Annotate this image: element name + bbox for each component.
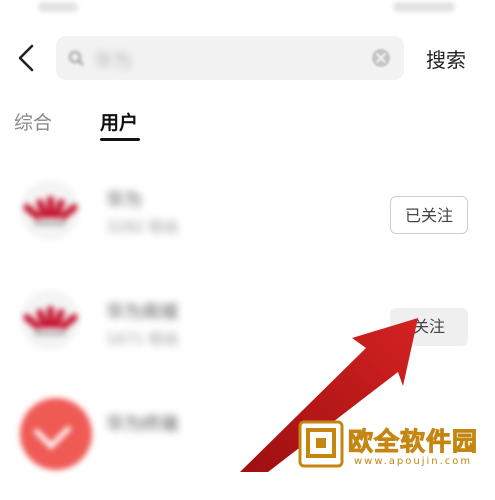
watermark-url: www.apoujin.com [354,456,473,467]
user-name: 华为商城 [106,302,178,323]
tab-users[interactable]: 用户 [100,108,138,135]
chevron-left-icon [18,44,34,72]
user-subtitle: 1671 粉丝 [106,330,179,348]
huawei-logo-icon [21,196,80,221]
clear-icon[interactable] [372,49,390,67]
site-logo-icon [298,420,344,468]
list-item[interactable]: 华为 3282 粉丝 已关注 [0,160,495,270]
tab-active-indicator [100,138,140,141]
status-icons [393,2,455,12]
tab-all[interactable]: 综合 [14,108,52,135]
status-bar [0,0,495,22]
watermark-text: 欧全软件园 [347,427,479,457]
user-name: 华为 [106,190,142,211]
search-icon [69,51,84,66]
avatar [20,290,80,350]
avatar [20,398,92,470]
list-item[interactable]: 华为商城 1671 粉丝 关注 [0,282,495,392]
search-button[interactable]: 搜索 [426,44,466,73]
search-query: 华为 [94,50,133,72]
avatar [20,180,80,240]
huawei-logo-icon [21,306,80,331]
follow-button[interactable]: 关注 [390,308,468,346]
user-name: 华为终端 [106,414,178,435]
result-tabs: 综合 用户 [0,104,495,148]
user-subtitle: 3282 粉丝 [106,218,179,236]
back-button[interactable] [12,40,42,76]
search-header: 华为 搜索 [0,28,495,88]
watermark: 欧全软件园 www.apoujin.com [298,418,495,472]
status-time [38,2,78,12]
search-input[interactable]: 华为 [56,36,404,80]
followed-button[interactable]: 已关注 [390,196,468,234]
